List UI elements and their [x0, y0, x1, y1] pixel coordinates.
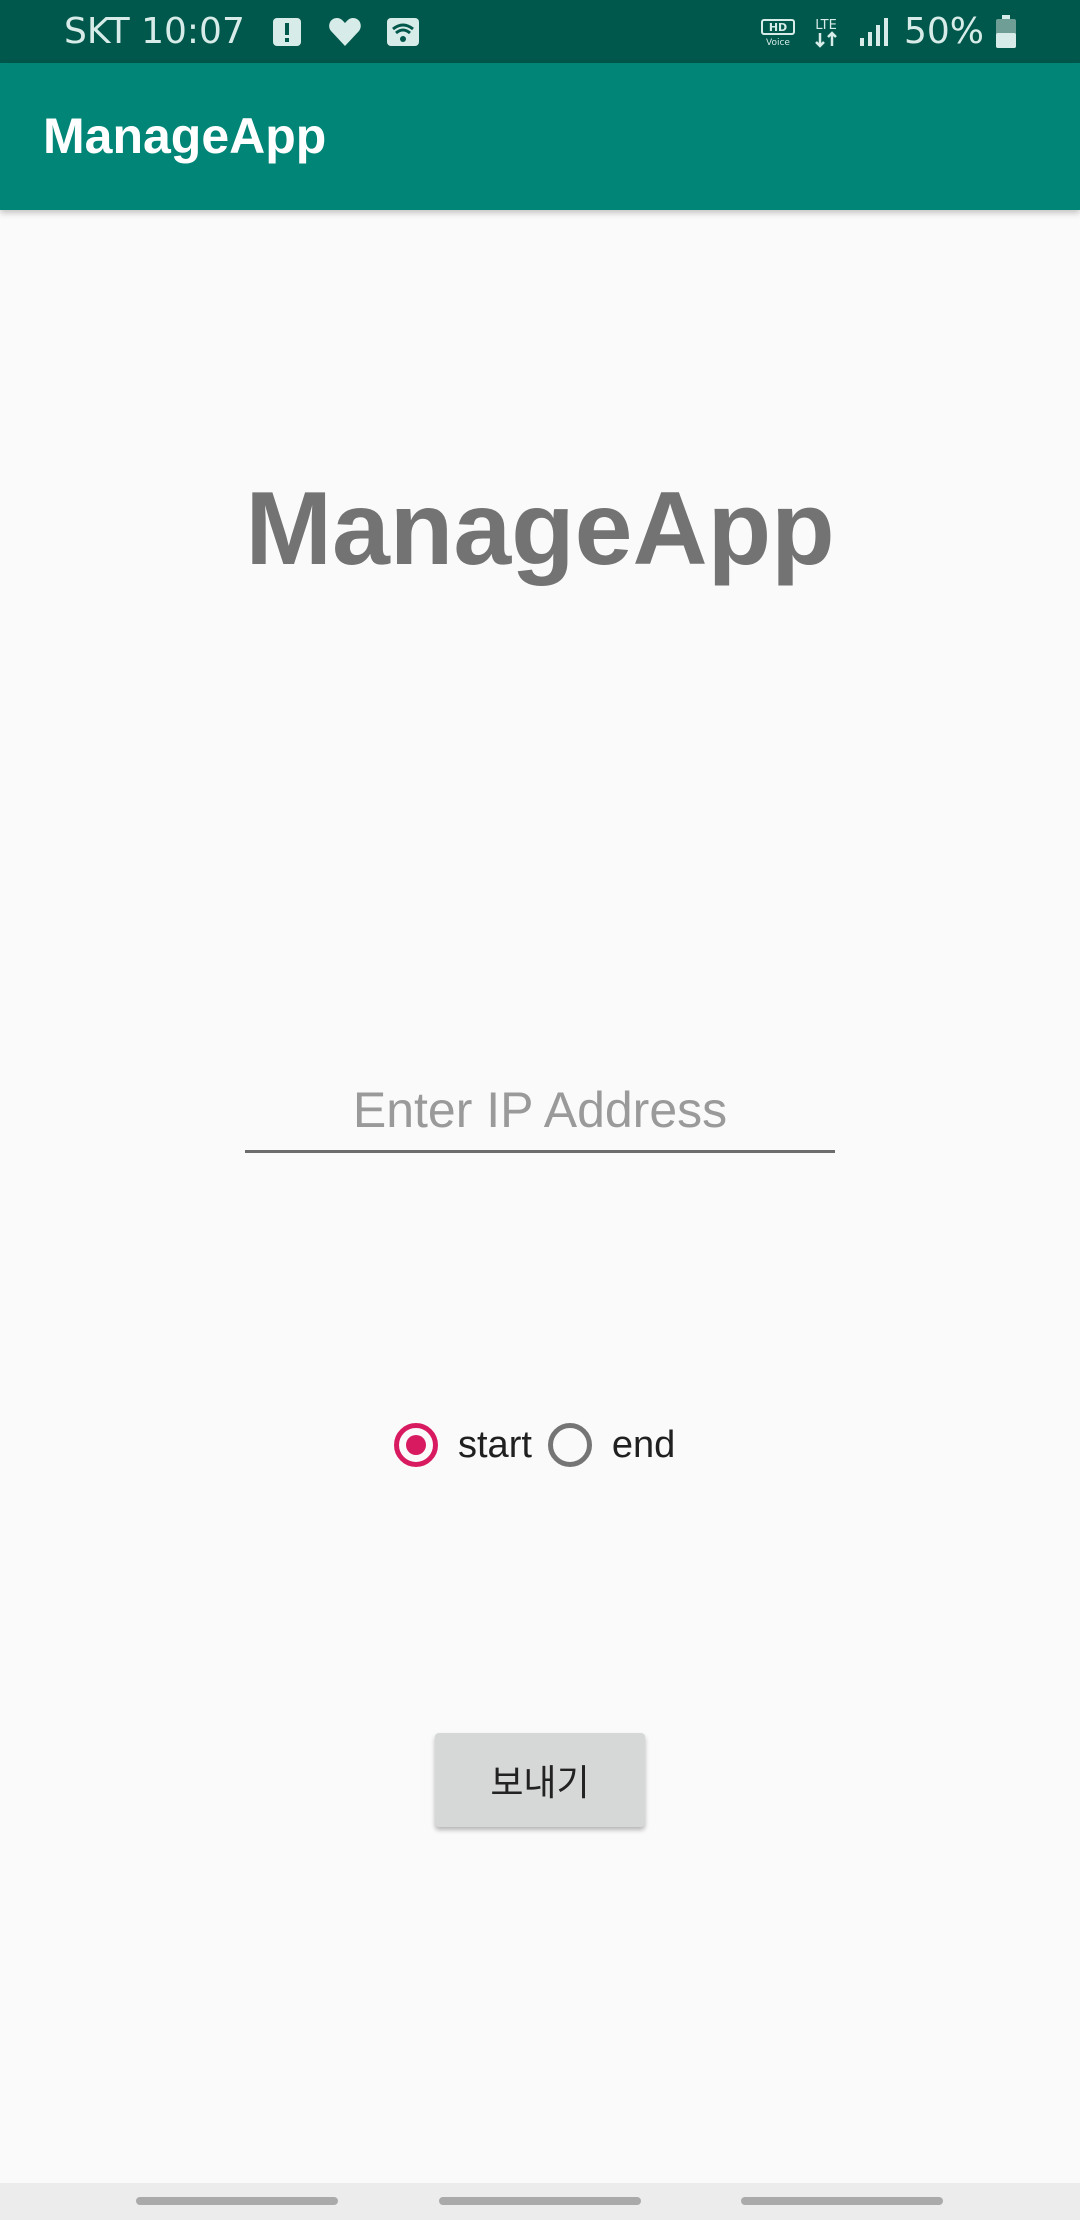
radio-end-label[interactable]: end: [612, 1424, 675, 1467]
svg-text:HD: HD: [769, 21, 787, 34]
heart-icon: [329, 17, 361, 46]
navigation-gesture-bar: [0, 2183, 1080, 2220]
network-label: LTE: [815, 18, 837, 33]
status-right: HD Voice LTE 50%: [760, 0, 1030, 63]
app-bar: ManageApp: [0, 63, 1080, 210]
status-left: SKT 10:07: [64, 0, 443, 63]
carrier: SKT: [64, 11, 130, 52]
send-button[interactable]: 보내기: [435, 1733, 645, 1827]
battery-icon: [996, 14, 1016, 48]
back-gesture[interactable]: [741, 2197, 943, 2205]
status-bar: SKT 10:07 HD Voice LTE 50%: [0, 0, 1080, 63]
radio-end-circle[interactable]: [547, 1423, 592, 1467]
radio-start-label[interactable]: start: [458, 1424, 532, 1467]
battery-percent: 50%: [903, 11, 984, 52]
recent-apps-gesture[interactable]: [136, 2197, 338, 2205]
wifi-icon: [386, 17, 419, 46]
radio-end[interactable]: end: [547, 1423, 675, 1467]
radio-start-circle[interactable]: [394, 1423, 438, 1467]
hd-voice-icon: HD Voice: [760, 18, 795, 48]
clock: 10:07: [141, 11, 245, 52]
home-gesture[interactable]: [439, 2197, 641, 2205]
mode-radio-group: start end: [394, 1415, 675, 1475]
signal-icon: [859, 17, 888, 46]
carrier-time: SKT 10:07: [64, 11, 245, 52]
ip-address-input[interactable]: [245, 1070, 835, 1153]
svg-text:Voice: Voice: [766, 38, 790, 48]
radio-start[interactable]: start: [394, 1423, 532, 1467]
page-title: ManageApp: [245, 471, 835, 587]
app-bar-title: ManageApp: [43, 108, 327, 164]
lte-icon: LTE: [815, 18, 837, 48]
alert-icon: [272, 17, 301, 46]
